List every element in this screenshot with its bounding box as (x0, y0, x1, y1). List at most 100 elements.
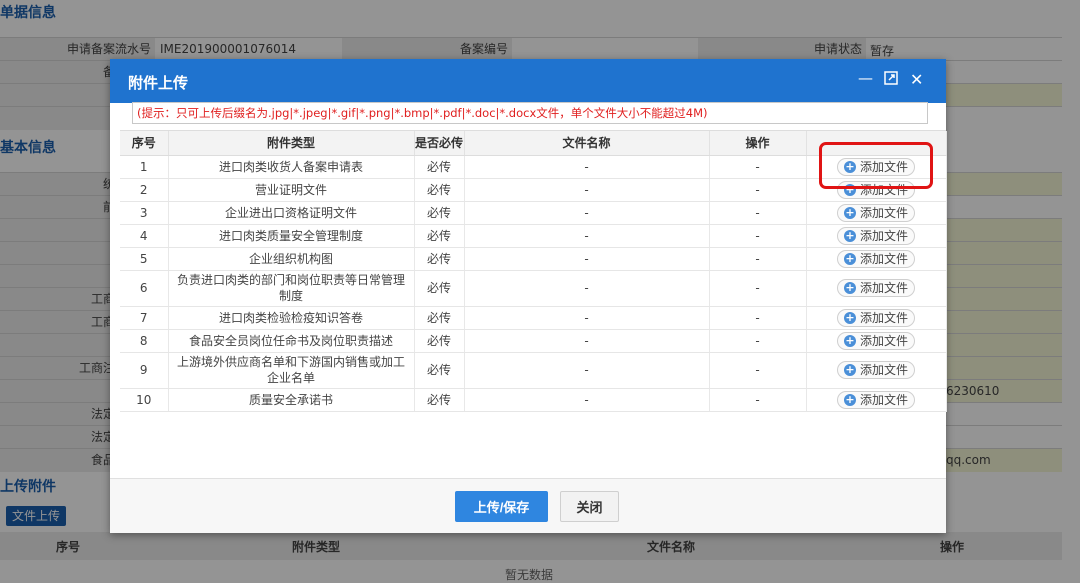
cell-filename: - (464, 224, 710, 248)
maximize-icon[interactable] (884, 71, 898, 89)
cell-required: 必传 (414, 306, 465, 330)
cell-filename: - (464, 201, 710, 225)
cell-no: 9 (120, 352, 169, 389)
add-file-label: 添加文件 (859, 251, 908, 266)
table-row: 5 企业组织机构图 必传 - - + 添加文件 (120, 247, 947, 271)
col-required: 是否必传 (414, 131, 465, 156)
cell-no: 8 (120, 329, 169, 353)
cell-no: 3 (120, 201, 169, 225)
cell-action: + 添加文件 (806, 329, 947, 353)
plus-circle-icon: + (843, 392, 856, 406)
cell-action: + 添加文件 (806, 270, 947, 307)
cell-action: + 添加文件 (806, 247, 947, 271)
cell-action: + 添加文件 (806, 201, 947, 225)
cell-op: - (709, 155, 807, 179)
attachment-upload-dialog: 附件上传 — ✕ (提示：只可上传后缀名为.jpg|*.jpeg|*.gif|*… (110, 59, 947, 533)
col-filename: 文件名称 (464, 131, 710, 156)
cell-no: 2 (120, 178, 169, 202)
table-row: 7 进口肉类检验检疫知识答卷 必传 - - + 添加文件 (120, 306, 947, 330)
cell-type: 进口肉类质量安全管理制度 (168, 224, 415, 248)
add-file-button[interactable]: + 添加文件 (836, 279, 915, 297)
table-row: 8 食品安全员岗位任命书及岗位职责描述 必传 - - + 添加文件 (120, 329, 947, 353)
cell-filename: - (464, 270, 710, 307)
col-op: 操作 (709, 131, 807, 156)
add-file-label: 添加文件 (859, 281, 908, 295)
plus-circle-icon: + (843, 363, 856, 376)
cell-filename: - (464, 329, 710, 353)
plus-circle-icon: + (843, 281, 856, 294)
cell-op: - (709, 224, 807, 248)
close-icon[interactable]: ✕ (910, 70, 923, 89)
cell-filename: - (464, 247, 710, 271)
table-row: 3 企业进出口资格证明文件 必传 - - + 添加文件 (120, 201, 947, 225)
cell-required: 必传 (414, 270, 465, 307)
dialog-title: 附件上传 (128, 74, 189, 92)
cell-filename: - (464, 155, 710, 179)
cell-no: 5 (120, 247, 169, 271)
table-row: 6 负责进口肉类的部门和岗位职责等日常管理制度 必传 - - + 添加文件 (120, 270, 947, 307)
cell-filename: - (464, 352, 710, 389)
add-file-button[interactable]: + 添加文件 (836, 308, 915, 327)
cell-type: 质量安全承诺书 (168, 388, 415, 412)
add-file-button[interactable]: + 添加文件 (836, 203, 915, 222)
cell-type: 上游境外供应商名单和下游国内销售或加工企业名单 (168, 352, 415, 389)
cell-op: - (709, 329, 807, 353)
plus-circle-icon: + (843, 228, 856, 242)
cell-required: 必传 (414, 352, 465, 389)
add-file-label: 添加文件 (859, 228, 908, 243)
cell-filename: - (464, 178, 710, 202)
add-file-label: 添加文件 (859, 392, 908, 407)
cell-action: + 添加文件 (806, 352, 947, 389)
cell-required: 必传 (414, 224, 465, 248)
cell-no: 1 (120, 155, 169, 179)
cell-type: 进口肉类检验检疫知识答卷 (168, 306, 415, 330)
close-button[interactable]: 关闭 (560, 491, 619, 522)
dialog-header: 附件上传 — ✕ (110, 59, 946, 103)
add-file-label: 添加文件 (859, 363, 908, 377)
highlight-annotation (819, 142, 933, 189)
cell-no: 6 (120, 270, 169, 307)
cell-action: + 添加文件 (806, 224, 947, 248)
plus-circle-icon: + (843, 251, 856, 265)
add-file-button[interactable]: + 添加文件 (836, 331, 915, 350)
cell-type: 企业组织机构图 (168, 247, 415, 271)
cell-filename: - (464, 388, 710, 412)
cell-required: 必传 (414, 178, 465, 202)
cell-no: 4 (120, 224, 169, 248)
cell-op: - (709, 270, 807, 307)
cell-op: - (709, 306, 807, 330)
cell-op: - (709, 247, 807, 271)
cell-op: - (709, 352, 807, 389)
cell-no: 7 (120, 306, 169, 330)
cell-required: 必传 (414, 201, 465, 225)
cell-type: 食品安全员岗位任命书及岗位职责描述 (168, 329, 415, 353)
cell-required: 必传 (414, 329, 465, 353)
add-file-label: 添加文件 (859, 333, 908, 348)
plus-circle-icon: + (843, 310, 856, 324)
add-file-label: 添加文件 (859, 205, 908, 220)
upload-save-button[interactable]: 上传/保存 (455, 491, 548, 522)
add-file-button[interactable]: + 添加文件 (836, 226, 915, 245)
cell-action: + 添加文件 (806, 306, 947, 330)
cell-required: 必传 (414, 388, 465, 412)
cell-no: 10 (120, 388, 169, 412)
cell-type: 进口肉类收货人备案申请表 (168, 155, 415, 179)
add-file-button[interactable]: + 添加文件 (836, 390, 915, 409)
plus-circle-icon: + (843, 205, 856, 219)
add-file-button[interactable]: + 添加文件 (836, 249, 915, 268)
plus-circle-icon: + (843, 333, 856, 347)
cell-required: 必传 (414, 155, 465, 179)
add-file-button[interactable]: + 添加文件 (836, 361, 915, 379)
cell-op: - (709, 388, 807, 412)
col-no: 序号 (120, 131, 169, 156)
minimize-icon[interactable]: — (858, 69, 873, 87)
cell-op: - (709, 178, 807, 202)
add-file-label: 添加文件 (859, 310, 908, 325)
cell-type: 营业证明文件 (168, 178, 415, 202)
table-row: 4 进口肉类质量安全管理制度 必传 - - + 添加文件 (120, 224, 947, 248)
table-row: 10 质量安全承诺书 必传 - - + 添加文件 (120, 388, 947, 412)
upload-hint: (提示：只可上传后缀名为.jpg|*.jpeg|*.gif|*.png|*.bm… (132, 102, 928, 124)
cell-op: - (709, 201, 807, 225)
cell-type: 负责进口肉类的部门和岗位职责等日常管理制度 (168, 270, 415, 307)
cell-filename: - (464, 306, 710, 330)
